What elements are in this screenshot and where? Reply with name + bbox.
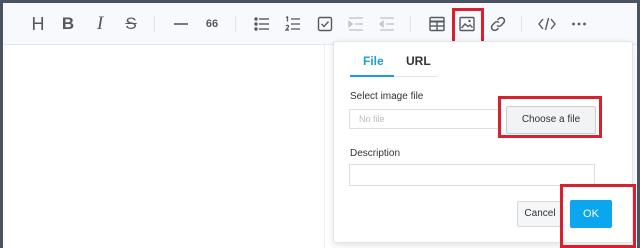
quote-glyph: 66 <box>205 18 219 30</box>
bullet-list-icon[interactable] <box>251 13 273 35</box>
cancel-button[interactable]: Cancel <box>517 201 563 227</box>
italic-glyph: I <box>96 13 104 34</box>
indent-icon[interactable] <box>345 13 367 35</box>
toolbar-separator <box>154 16 155 32</box>
italic-icon[interactable]: I <box>89 13 111 35</box>
more-icon[interactable] <box>568 13 590 35</box>
toolbar-separator <box>521 16 522 32</box>
active-tab-indicator <box>350 75 394 77</box>
toolbar-separator <box>235 16 236 32</box>
toolbar-separator <box>410 16 411 32</box>
horizontal-rule-icon[interactable] <box>170 13 192 35</box>
tab-url[interactable]: URL <box>406 54 431 68</box>
table-icon[interactable] <box>426 13 448 35</box>
code-icon[interactable] <box>536 13 558 35</box>
heading-icon[interactable]: H <box>27 13 49 35</box>
markdown-editor: H B I S 66 File URL Select image file No… <box>3 3 637 248</box>
strikethrough-icon[interactable]: S <box>120 13 142 35</box>
choose-file-highlight <box>498 96 602 138</box>
description-label: Description <box>350 148 401 159</box>
outdent-icon[interactable] <box>376 13 398 35</box>
heading-glyph: H <box>31 14 45 34</box>
description-input[interactable] <box>349 164 595 186</box>
bold-glyph: B <box>61 14 75 33</box>
bold-icon[interactable]: B <box>57 13 79 35</box>
quote-icon[interactable]: 66 <box>201 13 223 35</box>
ordered-list-icon[interactable] <box>282 13 304 35</box>
link-icon[interactable] <box>487 13 509 35</box>
file-name-field: No file <box>349 109 502 129</box>
strikethrough-glyph: S <box>125 14 137 33</box>
image-button-highlight <box>452 8 484 45</box>
editor-toolbar: H B I S 66 <box>3 3 637 45</box>
ok-button-highlight <box>560 184 636 248</box>
tab-divider <box>394 76 438 77</box>
editor-split-divider <box>324 45 325 248</box>
tab-file[interactable]: File <box>363 54 384 68</box>
select-image-label: Select image file <box>350 91 424 102</box>
task-list-icon[interactable] <box>314 13 336 35</box>
